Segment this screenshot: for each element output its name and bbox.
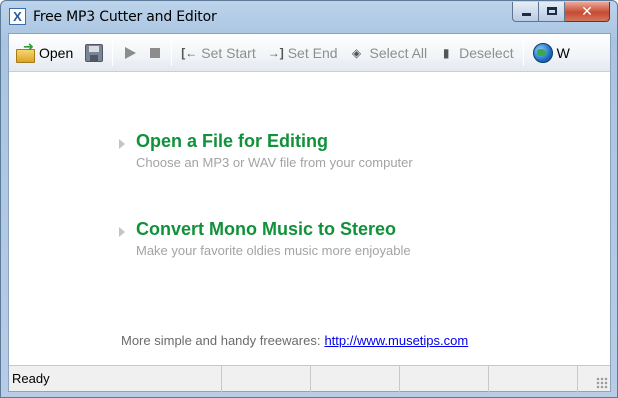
action-title[interactable]: Open a File for Editing	[136, 131, 328, 152]
resize-grip-icon[interactable]	[596, 377, 608, 389]
close-button[interactable]: ✕	[565, 2, 610, 22]
minimize-icon	[522, 13, 531, 16]
toolbar-separator	[112, 39, 114, 66]
maximize-icon	[547, 7, 557, 15]
app-window: X Free MP3 Cutter and Editor ✕ Open	[0, 0, 618, 398]
status-pane	[489, 366, 578, 392]
set-end-icon: →]	[267, 45, 284, 60]
set-start-button[interactable]: [← Set Start	[175, 38, 261, 68]
action-subtitle: Make your favorite oldies music more enj…	[136, 243, 411, 258]
website-button[interactable]: W	[527, 38, 576, 68]
toolbar: Open [← Set Start →] Set End ◈ Select Al…	[9, 34, 610, 72]
toolbar-separator	[522, 39, 524, 66]
save-icon[interactable]	[85, 43, 104, 62]
select-all-button[interactable]: ◈ Select All	[344, 38, 434, 68]
open-button[interactable]: Open	[9, 38, 79, 68]
deselect-icon: ▮	[442, 45, 450, 60]
status-text: Ready	[9, 366, 222, 392]
set-end-button[interactable]: →] Set End	[262, 38, 344, 68]
minimize-button[interactable]	[512, 2, 539, 22]
set-start-label: Set Start	[201, 44, 256, 61]
status-bar: Ready	[9, 365, 610, 392]
maximize-button[interactable]	[539, 2, 565, 22]
select-all-icon: ◈	[351, 45, 362, 60]
globe-icon	[532, 42, 553, 63]
client-area: Open [← Set Start →] Set End ◈ Select Al…	[8, 33, 611, 392]
deselect-label: Deselect	[459, 44, 514, 61]
action-title[interactable]: Convert Mono Music to Stereo	[136, 219, 396, 240]
footer-line: More simple and handy freewares: http://w…	[121, 333, 468, 348]
status-pane	[222, 366, 311, 392]
website-link[interactable]: http://www.musetips.com	[324, 333, 468, 348]
footer-text: More simple and handy freewares:	[121, 333, 321, 348]
status-pane	[311, 366, 400, 392]
arrow-right-icon	[119, 139, 126, 149]
status-pane	[400, 366, 489, 392]
toolbar-separator	[171, 39, 173, 66]
start-page: Open a File for Editing Choose an MP3 or…	[89, 73, 532, 363]
open-folder-icon	[15, 39, 35, 63]
arrow-right-icon	[119, 227, 126, 237]
open-label: Open	[39, 44, 74, 61]
play-icon[interactable]	[122, 43, 137, 63]
window-controls: ✕	[512, 2, 610, 22]
deselect-button[interactable]: ▮ Deselect	[433, 38, 519, 68]
app-icon: X	[9, 8, 26, 25]
stop-icon[interactable]	[148, 43, 162, 63]
set-start-icon: [←	[181, 45, 198, 60]
website-label: W	[556, 44, 570, 61]
action-subtitle: Choose an MP3 or WAV file from your comp…	[136, 155, 413, 170]
title-bar[interactable]: X Free MP3 Cutter and Editor ✕	[1, 1, 617, 33]
select-all-label: Select All	[369, 44, 428, 61]
main-panel: Open a File for Editing Choose an MP3 or…	[9, 73, 610, 365]
close-icon: ✕	[581, 3, 593, 19]
set-end-label: Set End	[287, 44, 338, 61]
window-title: Free MP3 Cutter and Editor	[33, 9, 217, 25]
